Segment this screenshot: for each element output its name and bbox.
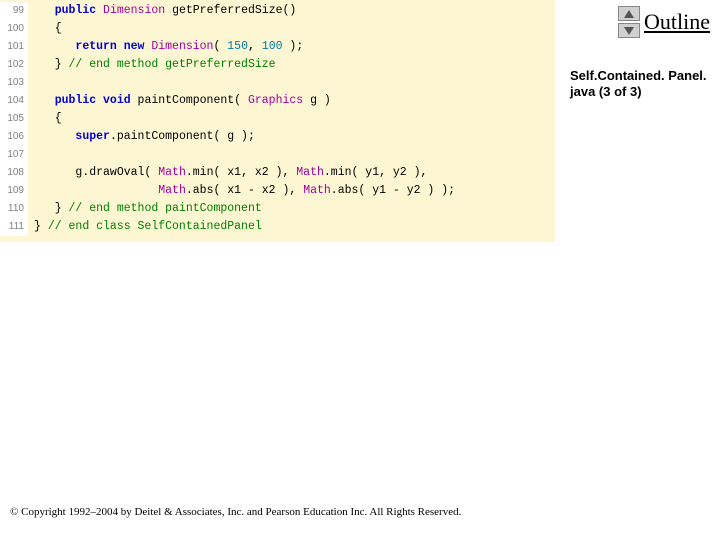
code-content [28,146,34,164]
code-content: } // end method paintComponent [28,200,262,218]
code-line: 104 public void paintComponent( Graphics… [0,92,555,110]
line-number: 103 [0,74,28,92]
nav-up-button[interactable] [618,6,640,21]
file-info: Self.Contained. Panel. java (3 of 3) [570,68,710,101]
line-number: 110 [0,200,28,218]
code-line: 110 } // end method paintComponent [0,200,555,218]
code-line: 101 return new Dimension( 150, 100 ); [0,38,555,56]
line-number: 101 [0,38,28,56]
code-line: 105 { [0,110,555,128]
code-line: 103 [0,74,555,92]
nav-buttons [618,6,640,38]
line-number: 105 [0,110,28,128]
code-line: 108 g.drawOval( Math.min( x1, x2 ), Math… [0,164,555,182]
nav-down-button[interactable] [618,23,640,38]
outline-label: Outline [644,9,710,35]
code-line: 100 { [0,20,555,38]
line-number: 100 [0,20,28,38]
line-number: 104 [0,92,28,110]
line-number: 106 [0,128,28,146]
code-content: } // end method getPreferredSize [28,56,276,74]
code-line: 102 } // end method getPreferredSize [0,56,555,74]
line-number: 107 [0,146,28,164]
code-content: public Dimension getPreferredSize() [28,2,296,20]
code-line: 111} // end class SelfContainedPanel [0,218,555,236]
code-content: super.paintComponent( g ); [28,128,255,146]
code-content [28,74,34,92]
line-number: 102 [0,56,28,74]
line-number: 108 [0,164,28,182]
code-content: public void paintComponent( Graphics g ) [28,92,331,110]
copyright-text: © Copyright 1992–2004 by Deitel & Associ… [10,506,461,518]
code-line: 107 [0,146,555,164]
code-area: 99 public Dimension getPreferredSize()10… [0,0,555,242]
code-content: g.drawOval( Math.min( x1, x2 ), Math.min… [28,164,427,182]
code-content: { [28,20,62,38]
outline-nav: Outline [618,6,710,38]
code-line: 106 super.paintComponent( g ); [0,128,555,146]
code-line: 109 Math.abs( x1 - x2 ), Math.abs( y1 - … [0,182,555,200]
line-number: 111 [0,218,28,236]
code-line: 99 public Dimension getPreferredSize() [0,2,555,20]
line-number: 99 [0,2,28,20]
code-content: return new Dimension( 150, 100 ); [28,38,303,56]
code-content: { [28,110,62,128]
code-content: Math.abs( x1 - x2 ), Math.abs( y1 - y2 )… [28,182,455,200]
line-number: 109 [0,182,28,200]
code-content: } // end class SelfContainedPanel [28,218,262,236]
